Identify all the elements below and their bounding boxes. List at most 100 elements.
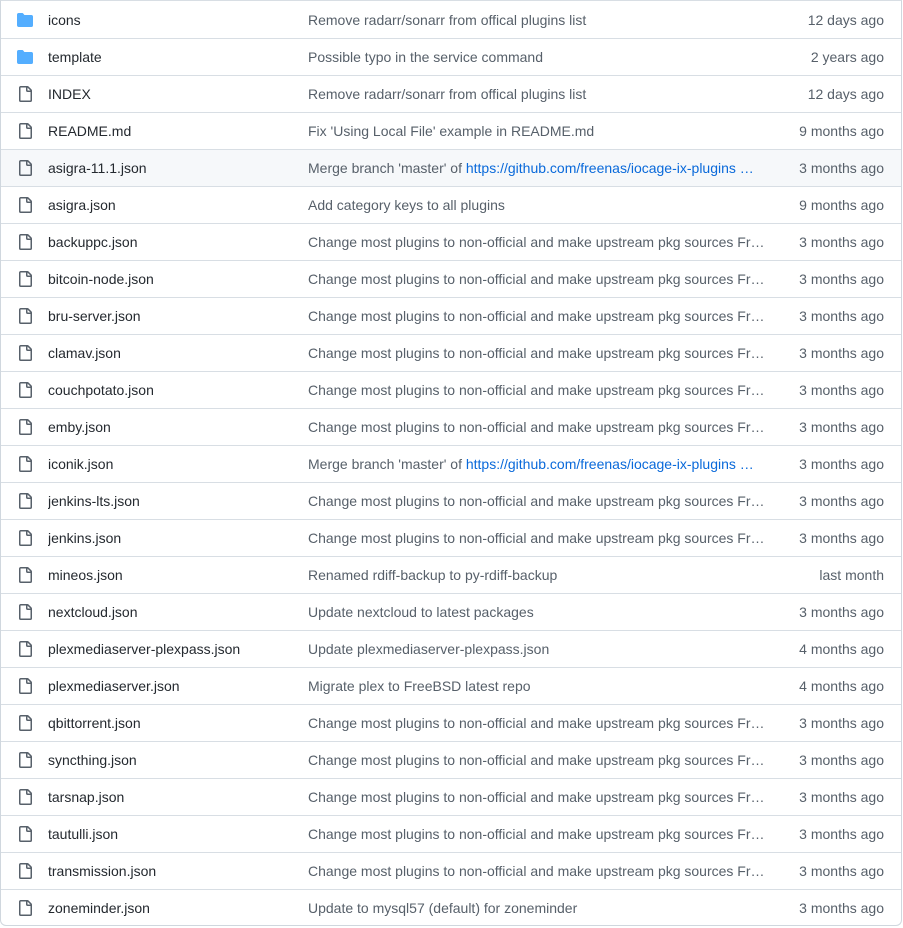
file-row[interactable]: transmission.json Change most plugins to …	[1, 852, 901, 889]
commit-message[interactable]: Renamed rdiff-backup to py-rdiff-backup	[308, 567, 770, 583]
commit-message[interactable]: Change most plugins to non-official and …	[308, 271, 770, 287]
commit-message[interactable]: Change most plugins to non-official and …	[308, 863, 770, 879]
file-row[interactable]: README.md Fix 'Using Local File' example …	[1, 112, 901, 149]
file-row[interactable]: icons Remove radarr/sonarr from offical p…	[1, 1, 901, 38]
file-name-link[interactable]: INDEX	[48, 86, 288, 102]
commit-message-text[interactable]: Migrate plex to FreeBSD latest repo	[308, 678, 531, 694]
file-name-link[interactable]: iconik.json	[48, 456, 288, 472]
file-name-link[interactable]: README.md	[48, 123, 288, 139]
commit-message-text[interactable]: Update to mysql57 (default) for zonemind…	[308, 900, 577, 916]
commit-message[interactable]: Change most plugins to non-official and …	[308, 308, 770, 324]
file-row[interactable]: qbittorrent.json Change most plugins to n…	[1, 704, 901, 741]
commit-message-link[interactable]: https://github.com/freenas/iocage-ix-plu…	[466, 456, 754, 472]
commit-message[interactable]: Update nextcloud to latest packages	[308, 604, 770, 620]
commit-message-text[interactable]: Change most plugins to non-official and …	[308, 863, 770, 879]
file-row[interactable]: asigra.json Add category keys to all plug…	[1, 186, 901, 223]
commit-message[interactable]: Fix 'Using Local File' example in README…	[308, 123, 770, 139]
file-name-link[interactable]: plexmediaserver.json	[48, 678, 288, 694]
file-name-link[interactable]: bitcoin-node.json	[48, 271, 288, 287]
commit-message-text[interactable]: Add category keys to all plugins	[308, 197, 505, 213]
commit-message-text[interactable]: Remove radarr/sonarr from offical plugin…	[308, 12, 586, 28]
commit-message[interactable]: Migrate plex to FreeBSD latest repo	[308, 678, 770, 694]
file-row[interactable]: INDEX Remove radarr/sonarr from offical p…	[1, 75, 901, 112]
file-row[interactable]: jenkins.json Change most plugins to non-o…	[1, 519, 901, 556]
folder-name-link[interactable]: icons	[48, 12, 288, 28]
commit-message[interactable]: Change most plugins to non-official and …	[308, 234, 770, 250]
commit-message-text[interactable]: Change most plugins to non-official and …	[308, 234, 770, 250]
file-name-link[interactable]: emby.json	[48, 419, 288, 435]
file-row[interactable]: template Possible typo in the service com…	[1, 38, 901, 75]
commit-message-link[interactable]: https://github.com/freenas/iocage-ix-plu…	[466, 160, 754, 176]
file-row[interactable]: nextcloud.json Update nextcloud to latest…	[1, 593, 901, 630]
file-name-link[interactable]: transmission.json	[48, 863, 288, 879]
file-row[interactable]: emby.json Change most plugins to non-offi…	[1, 408, 901, 445]
commit-message-text[interactable]: Change most plugins to non-official and …	[308, 493, 770, 509]
commit-message[interactable]: Remove radarr/sonarr from offical plugin…	[308, 86, 770, 102]
file-row[interactable]: tautulli.json Change most plugins to non-…	[1, 815, 901, 852]
commit-message-text[interactable]: Update plexmediaserver-plexpass.json	[308, 641, 549, 657]
file-row[interactable]: plexmediaserver-plexpass.json Update plex…	[1, 630, 901, 667]
file-name-link[interactable]: jenkins-lts.json	[48, 493, 288, 509]
commit-message-text[interactable]: Update nextcloud to latest packages	[308, 604, 534, 620]
commit-message[interactable]: Merge branch 'master' of https://github.…	[308, 160, 770, 176]
commit-message[interactable]: Add category keys to all plugins	[308, 197, 770, 213]
commit-message-text[interactable]: Change most plugins to non-official and …	[308, 345, 770, 361]
file-name-link[interactable]: tautulli.json	[48, 826, 288, 842]
commit-message-text[interactable]: Change most plugins to non-official and …	[308, 419, 770, 435]
commit-message-text[interactable]: Change most plugins to non-official and …	[308, 530, 770, 546]
file-row[interactable]: tarsnap.json Change most plugins to non-o…	[1, 778, 901, 815]
commit-message-text[interactable]: Possible typo in the service command	[308, 49, 543, 65]
file-name-link[interactable]: backuppc.json	[48, 234, 288, 250]
file-name-link[interactable]: plexmediaserver-plexpass.json	[48, 641, 288, 657]
file-row[interactable]: jenkins-lts.json Change most plugins to n…	[1, 482, 901, 519]
file-row[interactable]: backuppc.json Change most plugins to non-…	[1, 223, 901, 260]
commit-message-text[interactable]: Renamed rdiff-backup to py-rdiff-backup	[308, 567, 557, 583]
commit-message-text[interactable]: Change most plugins to non-official and …	[308, 308, 770, 324]
commit-message[interactable]: Change most plugins to non-official and …	[308, 752, 770, 768]
file-row[interactable]: bru-server.json Change most plugins to no…	[1, 297, 901, 334]
file-name-link[interactable]: jenkins.json	[48, 530, 288, 546]
file-row[interactable]: plexmediaserver.json Migrate plex to Free…	[1, 667, 901, 704]
commit-message-text[interactable]: Change most plugins to non-official and …	[308, 715, 770, 731]
file-row[interactable]: couchpotato.json Change most plugins to n…	[1, 371, 901, 408]
commit-message[interactable]: Change most plugins to non-official and …	[308, 530, 770, 546]
commit-message[interactable]: Change most plugins to non-official and …	[308, 345, 770, 361]
file-name-link[interactable]: zoneminder.json	[48, 900, 288, 916]
commit-message[interactable]: Update plexmediaserver-plexpass.json	[308, 641, 770, 657]
commit-message-text[interactable]: Fix 'Using Local File' example in README…	[308, 123, 594, 139]
commit-message-text[interactable]: Remove radarr/sonarr from offical plugin…	[308, 86, 586, 102]
commit-message[interactable]: Change most plugins to non-official and …	[308, 789, 770, 805]
folder-name-link[interactable]: template	[48, 49, 288, 65]
file-row[interactable]: asigra-11.1.json Merge branch 'master' of…	[1, 149, 901, 186]
commit-message[interactable]: Change most plugins to non-official and …	[308, 382, 770, 398]
commit-message[interactable]: Remove radarr/sonarr from offical plugin…	[308, 12, 770, 28]
file-name-link[interactable]: nextcloud.json	[48, 604, 288, 620]
commit-message[interactable]: Merge branch 'master' of https://github.…	[308, 456, 770, 472]
file-name-link[interactable]: mineos.json	[48, 567, 288, 583]
file-row[interactable]: mineos.json Renamed rdiff-backup to py-rd…	[1, 556, 901, 593]
file-name-link[interactable]: asigra.json	[48, 197, 288, 213]
file-name-link[interactable]: clamav.json	[48, 345, 288, 361]
file-name-link[interactable]: bru-server.json	[48, 308, 288, 324]
commit-message[interactable]: Change most plugins to non-official and …	[308, 419, 770, 435]
commit-message[interactable]: Possible typo in the service command	[308, 49, 770, 65]
commit-message-text[interactable]: Change most plugins to non-official and …	[308, 382, 770, 398]
commit-message[interactable]: Update to mysql57 (default) for zonemind…	[308, 900, 770, 916]
commit-message-text[interactable]: Change most plugins to non-official and …	[308, 271, 770, 287]
file-name-link[interactable]: syncthing.json	[48, 752, 288, 768]
commit-message-text[interactable]: Merge branch 'master' of	[308, 160, 466, 176]
file-row[interactable]: iconik.json Merge branch 'master' of http…	[1, 445, 901, 482]
commit-message[interactable]: Change most plugins to non-official and …	[308, 715, 770, 731]
commit-message[interactable]: Change most plugins to non-official and …	[308, 493, 770, 509]
file-name-link[interactable]: asigra-11.1.json	[48, 160, 288, 176]
commit-message-text[interactable]: Change most plugins to non-official and …	[308, 752, 770, 768]
file-row[interactable]: clamav.json Change most plugins to non-of…	[1, 334, 901, 371]
commit-message-text[interactable]: Change most plugins to non-official and …	[308, 789, 770, 805]
commit-message-text[interactable]: Change most plugins to non-official and …	[308, 826, 770, 842]
file-name-link[interactable]: qbittorrent.json	[48, 715, 288, 731]
file-name-link[interactable]: tarsnap.json	[48, 789, 288, 805]
commit-message[interactable]: Change most plugins to non-official and …	[308, 826, 770, 842]
file-row[interactable]: bitcoin-node.json Change most plugins to …	[1, 260, 901, 297]
file-name-link[interactable]: couchpotato.json	[48, 382, 288, 398]
file-row[interactable]: zoneminder.json Update to mysql57 (defaul…	[1, 889, 901, 925]
